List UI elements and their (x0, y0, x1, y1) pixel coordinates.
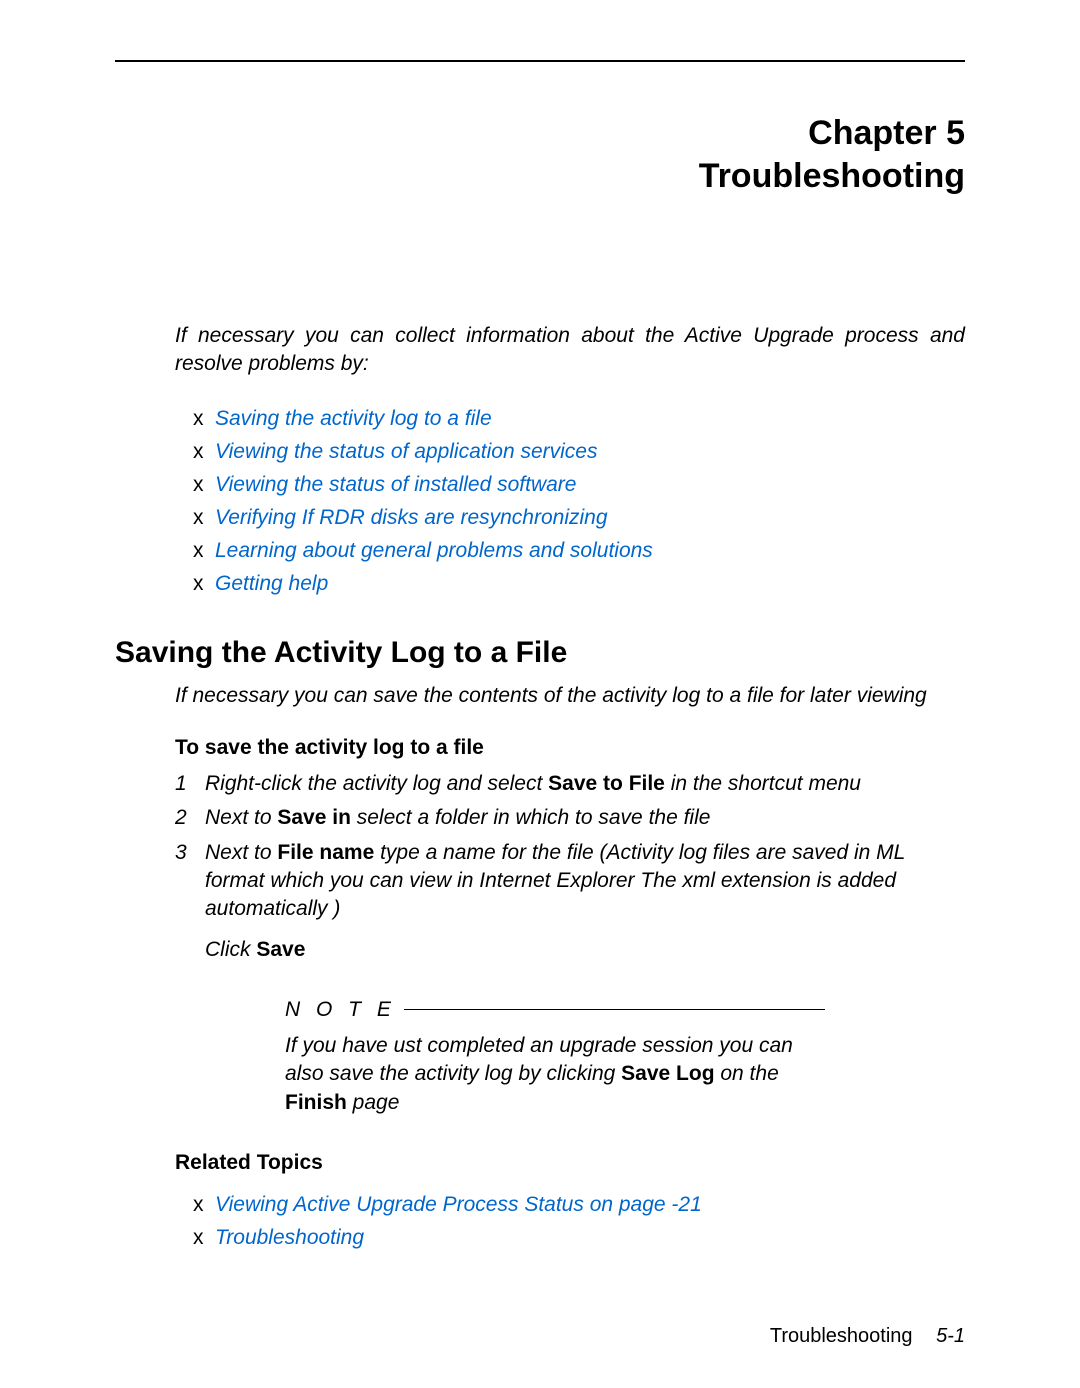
list-item: xLearning about general problems and sol… (193, 539, 965, 563)
list-item: xViewing the status of application servi… (193, 440, 965, 464)
related-link-list: xViewing Active Upgrade Process Status o… (193, 1193, 965, 1250)
step-text: Right-click the activity log and select … (205, 770, 965, 798)
note-block: N O T E If you have ust completed an upg… (285, 996, 825, 1117)
bullet-icon: x (193, 440, 215, 464)
page-footer: Troubleshooting 5-1 (770, 1325, 965, 1348)
note-label: N O T E (285, 996, 404, 1024)
list-item: xGetting help (193, 572, 965, 596)
chapter-number: Chapter 5 (115, 112, 965, 155)
header-rule (115, 60, 965, 62)
list-item: xVerifying If RDR disks are resynchroniz… (193, 506, 965, 530)
bullet-icon: x (193, 1193, 215, 1217)
note-header: N O T E (285, 996, 825, 1024)
list-item: xViewing Active Upgrade Process Status o… (193, 1193, 965, 1217)
step-item: 3 Next to File name type a name for the … (175, 839, 965, 924)
related-topics-heading: Related Topics (175, 1151, 965, 1175)
step-text: Next to File name type a name for the fi… (205, 839, 965, 924)
link-app-services[interactable]: Viewing the status of application servic… (215, 440, 598, 463)
link-saving-log[interactable]: Saving the activity log to a file (215, 407, 492, 430)
step-number: 2 (175, 804, 205, 832)
link-troubleshooting[interactable]: Troubleshooting (215, 1226, 364, 1249)
section-intro: If necessary you can save the contents o… (175, 682, 965, 710)
list-item: xSaving the activity log to a file (193, 407, 965, 431)
bullet-icon: x (193, 1226, 215, 1250)
chapter-heading: Chapter 5 Troubleshooting (115, 112, 965, 197)
bullet-icon: x (193, 539, 215, 563)
list-item: xTroubleshooting (193, 1226, 965, 1250)
intro-paragraph: If necessary you can collect information… (175, 322, 965, 379)
link-installed-software[interactable]: Viewing the status of installed software (215, 473, 576, 496)
note-rule (404, 1009, 825, 1010)
bullet-icon: x (193, 572, 215, 596)
link-getting-help[interactable]: Getting help (215, 572, 328, 595)
step-item: 1 Right-click the activity log and selec… (175, 770, 965, 798)
click-save-line: Click Save (205, 938, 965, 962)
section-heading: Saving the Activity Log to a File (115, 636, 965, 670)
step-number: 3 (175, 839, 205, 924)
procedure-title: To save the activity log to a file (175, 736, 965, 760)
footer-title: Troubleshooting (770, 1325, 913, 1347)
bullet-icon: x (193, 473, 215, 497)
bullet-icon: x (193, 506, 215, 530)
link-process-status[interactable]: Viewing Active Upgrade Process Status on… (215, 1193, 702, 1216)
list-item: xViewing the status of installed softwar… (193, 473, 965, 497)
bullet-icon: x (193, 407, 215, 431)
chapter-title: Troubleshooting (115, 155, 965, 198)
link-rdr-disks[interactable]: Verifying If RDR disks are resynchronizi… (215, 506, 608, 529)
page-number: 5-1 (936, 1325, 965, 1347)
link-general-problems[interactable]: Learning about general problems and solu… (215, 539, 653, 562)
step-text: Next to Save in select a folder in which… (205, 804, 965, 832)
procedure-steps: 1 Right-click the activity log and selec… (175, 770, 965, 924)
step-number: 1 (175, 770, 205, 798)
note-body: If you have ust completed an upgrade ses… (285, 1032, 825, 1117)
step-item: 2 Next to Save in select a folder in whi… (175, 804, 965, 832)
topic-link-list: xSaving the activity log to a file xView… (193, 407, 965, 596)
